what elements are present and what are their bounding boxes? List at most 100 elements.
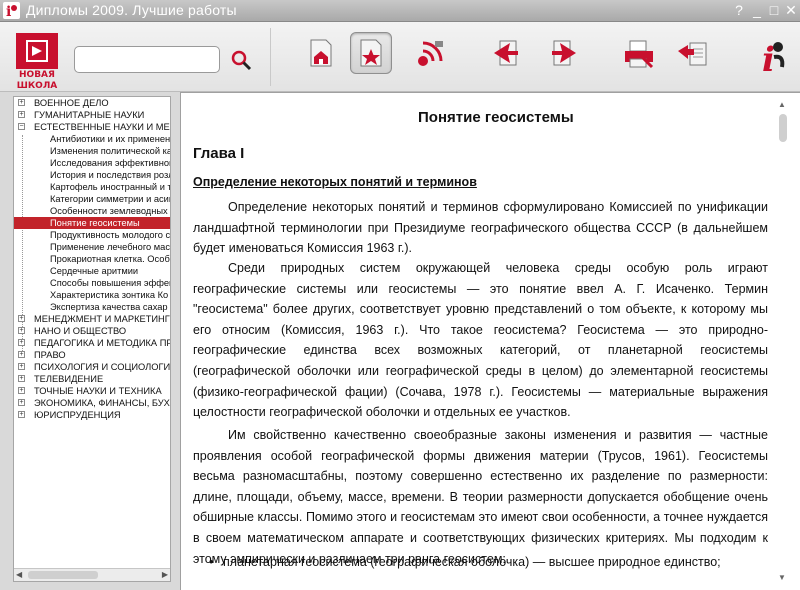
expand-icon[interactable]: + xyxy=(18,111,25,118)
brand-logo: НОВАЯ ШКОЛА xyxy=(16,33,58,91)
bookmark-document-button[interactable] xyxy=(350,32,392,74)
document-title: Понятие геосистемы xyxy=(418,109,574,126)
tree-category[interactable]: + ТОЧНЫЕ НАУКИ И ТЕХНИКА xyxy=(14,385,170,397)
navigation-panel: + ВОЕННОЕ ДЕЛО + ГУМАНИТАРНЫЕ НАУКИ − ЕСТЕСТВ… xyxy=(0,92,180,590)
minimize-button[interactable]: _ xyxy=(748,2,766,19)
search-icon xyxy=(231,50,252,71)
export-icon xyxy=(678,42,707,66)
tree-item[interactable]: Особенности землеводных xyxy=(14,205,170,217)
topic-tree[interactable]: + ВОЕННОЕ ДЕЛО + ГУМАНИТАРНЫЕ НАУКИ − ЕСТЕСТВ… xyxy=(13,96,171,582)
tree-item-label: ТОЧНЫЕ НАУКИ И ТЕХНИКА xyxy=(34,386,162,396)
chapter-heading: Глава I xyxy=(193,145,245,162)
tree-item[interactable]: Понятие геосистемы xyxy=(14,217,170,229)
collapse-icon[interactable]: − xyxy=(18,123,25,130)
tree-category[interactable]: + ГУМАНИТАРНЫЕ НАУКИ xyxy=(14,109,170,121)
document-vertical-scrollbar[interactable]: ▲ ▼ xyxy=(776,100,790,582)
tree-item[interactable]: Способы повышения эффек xyxy=(14,277,170,289)
tree-item[interactable]: Прокариотная клетка. Особ xyxy=(14,253,170,265)
tree-category[interactable]: − ЕСТЕСТВЕННЫЕ НАУКИ И МЕ... xyxy=(14,121,170,133)
tree-category[interactable]: + ЮРИСПРУДЕНЦИЯ xyxy=(14,409,170,421)
tree-category[interactable]: + МЕНЕДЖМЕНТ И МАРКЕТИНГ xyxy=(14,313,170,325)
tree-item-label: Применение лечебного мас xyxy=(50,242,170,252)
section-heading: Определение некоторых понятий и терминов xyxy=(193,175,477,189)
tree-item-label: Особенности землеводных xyxy=(50,206,168,216)
tree-horizontal-scrollbar[interactable]: ◀ ▶ xyxy=(14,568,170,581)
tree-item-label: Способы повышения эффек xyxy=(50,278,170,288)
expand-icon[interactable]: + xyxy=(18,315,25,322)
tree-item[interactable]: Экспертиза качества сахар xyxy=(14,301,170,313)
tree-item-label: МЕНЕДЖМЕНТ И МАРКЕТИНГ xyxy=(34,314,170,324)
tree-item-label: ГУМАНИТАРНЫЕ НАУКИ xyxy=(34,110,145,120)
expand-icon[interactable]: + xyxy=(18,387,25,394)
svg-text:i: i xyxy=(762,40,775,77)
tree-item[interactable]: Картофель иностранный и т xyxy=(14,181,170,193)
tree-item[interactable]: История и последствия розл xyxy=(14,169,170,181)
expand-icon[interactable]: + xyxy=(18,327,25,334)
tree-category[interactable]: + ВОЕННОЕ ДЕЛО xyxy=(14,97,170,109)
scroll-right-icon[interactable]: ▶ xyxy=(162,570,168,579)
help-button[interactable]: ? xyxy=(730,2,748,19)
forward-arrow-icon xyxy=(552,40,576,66)
tree-item[interactable]: Антибиотики и их применен xyxy=(14,133,170,145)
scroll-thumb[interactable] xyxy=(779,114,787,142)
paragraph: Среди природных систем окружающей челове… xyxy=(193,261,768,420)
home-document-button[interactable] xyxy=(300,32,342,74)
search-input[interactable] xyxy=(74,46,220,73)
toolbar: НОВАЯ ШКОЛА i xyxy=(0,22,800,92)
brand-text-2: ШКОЛА xyxy=(16,81,58,91)
publisher-logo-icon[interactable]: i xyxy=(758,37,788,77)
tree-item[interactable]: Характеристика зонтика Ко xyxy=(14,289,170,301)
search-button[interactable] xyxy=(230,49,252,71)
scroll-down-icon[interactable]: ▼ xyxy=(778,573,786,582)
tree-item[interactable]: Изменения политической ка xyxy=(14,145,170,157)
close-button[interactable]: ✕ xyxy=(782,2,800,19)
signal-button[interactable] xyxy=(410,32,452,74)
tree-item[interactable]: Исследования эффективной xyxy=(14,157,170,169)
tree-category[interactable]: + ЭКОНОМИКА, ФИНАНСЫ, БУХ xyxy=(14,397,170,409)
brand-text-1: НОВАЯ xyxy=(19,70,55,80)
signal-icon xyxy=(418,41,443,66)
forward-button[interactable] xyxy=(543,32,585,74)
tree-item-label: Антибиотики и их применен xyxy=(50,134,170,144)
tree-category[interactable]: + ПСИХОЛОГИЯ И СОЦИОЛОГИЯ xyxy=(14,361,170,373)
tree-item-label: Понятие геосистемы xyxy=(50,218,140,228)
tree-item[interactable]: Сердечные аритмии xyxy=(14,265,170,277)
tree-item-label: Прокариотная клетка. Особ xyxy=(50,254,170,264)
tree-category[interactable]: + ТЕЛЕВИДЕНИЕ xyxy=(14,373,170,385)
expand-icon[interactable]: + xyxy=(18,411,25,418)
tree-item-label: ПЕДАГОГИКА И МЕТОДИКА ПР xyxy=(34,338,170,348)
tree-category[interactable]: + НАНО И ОБЩЕСТВО xyxy=(14,325,170,337)
scroll-up-icon[interactable]: ▲ xyxy=(778,100,786,109)
tree-category[interactable]: + ПЕДАГОГИКА И МЕТОДИКА ПР xyxy=(14,337,170,349)
export-button[interactable] xyxy=(672,32,714,74)
expand-icon[interactable]: + xyxy=(18,399,25,406)
tree-item-label: ЕСТЕСТВЕННЫЕ НАУКИ И МЕ... xyxy=(34,122,170,132)
expand-icon[interactable]: + xyxy=(18,339,25,346)
tree-item-label: Картофель иностранный и т xyxy=(50,182,170,192)
tree-category[interactable]: + ПРАВО xyxy=(14,349,170,361)
tree-item[interactable]: Продуктивность молодого с xyxy=(14,229,170,241)
expand-icon[interactable]: + xyxy=(18,375,25,382)
bookmark-doc-icon xyxy=(360,39,382,67)
print-icon xyxy=(625,40,654,69)
back-button[interactable] xyxy=(485,32,527,74)
tree-item-label: Исследования эффективной xyxy=(50,158,170,168)
tree-item-label: Изменения политической ка xyxy=(50,146,170,156)
tree-item-label: Сердечные аритмии xyxy=(50,266,139,276)
expand-icon[interactable]: + xyxy=(18,99,25,106)
scroll-thumb[interactable] xyxy=(28,571,98,579)
paragraph: Определение некоторых понятий и терминов… xyxy=(193,200,768,256)
paragraph: Им свойственно качественно своеобразные … xyxy=(193,428,768,566)
expand-icon[interactable]: + xyxy=(18,363,25,370)
maximize-button[interactable]: □ xyxy=(765,2,783,19)
tree-item-label: Категории симметрии и асим xyxy=(50,194,170,204)
expand-icon[interactable]: + xyxy=(18,351,25,358)
tree-item[interactable]: Применение лечебного мас xyxy=(14,241,170,253)
tree-item-label: ПСИХОЛОГИЯ И СОЦИОЛОГИЯ xyxy=(34,362,170,372)
tree-item-label: Характеристика зонтика Ко xyxy=(50,290,169,300)
print-button[interactable] xyxy=(618,32,660,74)
tree-item[interactable]: Категории симметрии и асим xyxy=(14,193,170,205)
home-doc-icon xyxy=(310,39,332,67)
tree-item-label: ВОЕННОЕ ДЕЛО xyxy=(34,98,109,108)
scroll-left-icon[interactable]: ◀ xyxy=(16,570,22,579)
